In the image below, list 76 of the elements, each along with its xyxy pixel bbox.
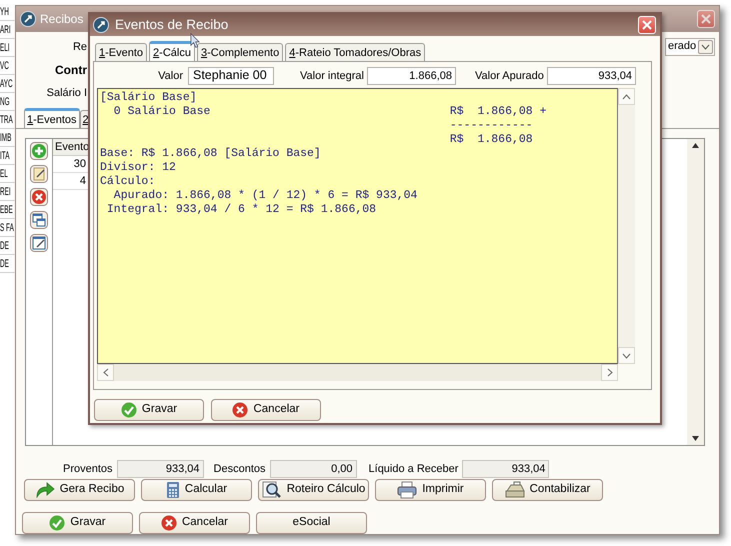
mouse-pointer-icon: [190, 33, 200, 48]
cancel-icon: [160, 515, 177, 532]
close-button[interactable]: [638, 16, 656, 34]
column-header[interactable]: Evento: [53, 138, 88, 156]
arrow-up-icon: [692, 142, 699, 148]
button[interactable]: Cancelar: [211, 399, 321, 421]
field-label: Valor Apurado: [475, 68, 543, 84]
calc-amount: R$ 1.866,08 +: [450, 105, 546, 119]
button[interactable]: eSocial: [256, 512, 367, 534]
window-title: Recibos: [40, 10, 84, 28]
close-icon: [642, 20, 652, 30]
tab[interactable]: 1-Eventos: [24, 108, 80, 128]
status-dropdown[interactable]: erado: [665, 38, 715, 56]
vertical-scrollbar[interactable]: [618, 88, 635, 364]
magnifier-icon: [262, 481, 282, 500]
close-icon: [701, 14, 711, 24]
calc-line: Base: R$ 1.866,08 [Salário Base]: [100, 147, 321, 161]
button[interactable]: Gravar: [94, 399, 204, 421]
button[interactable]: Contabilizar: [492, 479, 603, 502]
section-heading: Contr: [54, 62, 87, 79]
close-button[interactable]: [697, 10, 715, 28]
calc-line: Apurado: 1.866,08 * (1 / 12) * 6 = R$ 933,04: [112, 189, 418, 203]
arrow-down-icon: [692, 436, 699, 441]
button[interactable]: Gravar: [22, 512, 133, 534]
calculator-icon: [166, 481, 180, 500]
calc-line: Cálculo:: [100, 175, 156, 189]
calc-line: Divisor: 12: [100, 161, 176, 175]
button[interactable]: Gera Recibo: [24, 479, 135, 502]
calc-line: Integral: 933,04 / 6 * 12 = R$ 1.866,08: [106, 203, 376, 217]
button[interactable]: Imprimir: [375, 479, 486, 502]
input-field[interactable]: 933,04: [547, 67, 636, 85]
window-edit-icon: [30, 234, 48, 252]
horizontal-scrollbar[interactable]: [97, 364, 618, 381]
printer-icon: [397, 481, 418, 500]
calc-amount: ------------: [450, 119, 533, 133]
check-icon: [120, 402, 137, 418]
calc-amount: R$ 1.866,08: [450, 133, 533, 147]
cancel-icon: [232, 402, 248, 418]
arrow-left-icon: [102, 368, 108, 377]
calc-line: 0 Salário Base: [112, 105, 212, 119]
field-label: Proventos: [63, 462, 113, 477]
field-label: Salário I: [46, 86, 87, 101]
tab[interactable]: 1-Evento: [95, 43, 148, 61]
edit-icon: [30, 164, 48, 183]
app-logo-icon: [93, 17, 109, 33]
field-label: Descontos: [214, 462, 266, 477]
button[interactable]: Roteiro Cálculo: [258, 479, 369, 502]
input-field[interactable]: Stephanie 00: [188, 67, 274, 85]
calculation-text-area[interactable]: [97, 88, 618, 364]
total-field: 933,04: [462, 460, 550, 478]
curved-arrow-icon: [34, 482, 55, 498]
cash-register-icon: [504, 481, 525, 500]
arrow-up-icon: [622, 94, 631, 100]
check-icon: [49, 515, 66, 532]
tab[interactable]: 3-Complemento: [196, 43, 284, 61]
tab[interactable]: 2-Cálcu: [149, 41, 195, 61]
button[interactable]: Calcular: [141, 479, 252, 502]
input-field[interactable]: 1.866,08: [367, 67, 456, 85]
tab[interactable]: 4-Rateio Tomadores/Obras: [285, 43, 426, 61]
delete-icon: [30, 188, 48, 206]
arrow-right-icon: [606, 368, 612, 377]
field-label: Re: [72, 40, 87, 55]
app-logo-icon: [20, 10, 36, 27]
button[interactable]: Cancelar: [139, 512, 250, 534]
scrollbar[interactable]: [687, 138, 704, 445]
window-title: Eventos de Recibo: [115, 16, 228, 34]
arrow-down-icon: [622, 352, 631, 358]
add-icon: [30, 142, 48, 160]
field-label: Valor integral: [300, 68, 363, 84]
windows-icon: [30, 210, 48, 229]
calc-line: [Salário Base]: [100, 91, 197, 105]
field-label: Líquido a Receber: [368, 462, 458, 477]
chevron-down-icon: [701, 44, 710, 50]
total-field: 933,04: [116, 460, 204, 478]
total-field: 0,00: [270, 460, 357, 478]
field-label: Valor: [157, 68, 183, 84]
